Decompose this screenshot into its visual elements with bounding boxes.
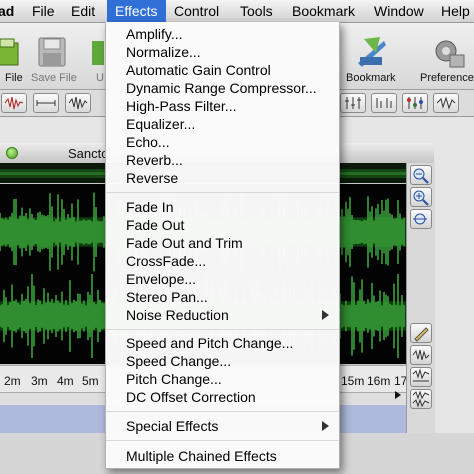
amplify-icon <box>68 96 88 110</box>
strip-button-5[interactable] <box>371 93 397 113</box>
pencil-tool-button[interactable] <box>410 323 432 343</box>
waveform-icon <box>4 96 24 110</box>
menu-item-normalize[interactable]: Normalize... <box>126 44 201 60</box>
menu-edit[interactable]: Edit <box>71 0 95 22</box>
document-title: Sancto <box>68 146 109 161</box>
menu-separator <box>106 440 339 441</box>
strip-button-6[interactable] <box>402 93 428 113</box>
pitch-icon <box>376 98 392 108</box>
strip-button-3[interactable] <box>65 93 91 113</box>
menu-item-envelope[interactable]: Envelope... <box>126 271 196 287</box>
menu-bookmark[interactable]: Bookmark <box>292 0 355 22</box>
menu-help[interactable]: Help <box>441 0 470 22</box>
menu-item-crossfade[interactable]: CrossFade... <box>126 253 206 269</box>
zoom-out-icon <box>413 168 429 184</box>
menu-app-name[interactable]: ad <box>0 0 14 22</box>
file-button-label: File <box>5 72 23 84</box>
menu-separator <box>106 411 339 412</box>
menu-separator <box>106 192 339 193</box>
menu-effects[interactable]: Effects <box>107 0 166 22</box>
speed-icon <box>436 96 456 110</box>
zoom-toolbar <box>395 163 435 433</box>
bookmark-icon <box>358 37 386 67</box>
waveform-compare-icon <box>412 390 430 408</box>
ruler-label: 4m <box>57 374 74 388</box>
menu-item-dynamic-range-compressor[interactable]: Dynamic Range Compressor... <box>126 80 317 96</box>
file-icon <box>0 38 19 66</box>
zoom-out-button[interactable] <box>410 165 432 185</box>
menu-item-multiple-chained-effects[interactable]: Multiple Chained Effects <box>126 448 277 464</box>
submenu-arrow-icon <box>322 421 329 431</box>
menu-window[interactable]: Window <box>374 0 424 22</box>
partial-toolbar-button[interactable]: U <box>90 23 104 89</box>
effects-menu: Amplify... Normalize... Automatic Gain C… <box>105 22 340 469</box>
menu-item-high-pass-filter[interactable]: High-Pass Filter... <box>126 98 236 114</box>
menu-item-reverse[interactable]: Reverse <box>126 170 178 186</box>
partial-toolbar-label: U <box>96 72 104 84</box>
waveform-tool-button-3[interactable] <box>410 389 432 409</box>
menu-item-automatic-gain-control[interactable]: Automatic Gain Control <box>126 62 271 78</box>
equalizer-icon <box>345 97 361 109</box>
waveform-zoom-icon <box>412 368 430 382</box>
preferences-button[interactable]: Preference <box>414 23 474 89</box>
ruler-label: 5m <box>82 374 99 388</box>
envelope-icon <box>36 100 56 106</box>
menu-item-fade-out[interactable]: Fade Out <box>126 217 184 233</box>
menu-control[interactable]: Control <box>174 0 219 22</box>
menu-item-amplify[interactable]: Amplify... <box>126 26 183 42</box>
ruler-label: 2m <box>4 374 21 388</box>
zoom-fit-icon <box>413 213 427 225</box>
waveform-small-icon <box>412 349 430 361</box>
menu-item-echo[interactable]: Echo... <box>126 134 170 150</box>
bookmark-label: Bookmark <box>346 72 396 84</box>
strip-button-4[interactable] <box>340 93 366 113</box>
menu-separator <box>106 329 339 330</box>
pencil-icon <box>414 327 429 342</box>
menu-item-reverb[interactable]: Reverb... <box>126 152 183 168</box>
menu-item-stereo-pan[interactable]: Stereo Pan... <box>126 289 208 305</box>
menu-item-fade-out-and-trim[interactable]: Fade Out and Trim <box>126 235 243 251</box>
preferences-label: Preference <box>420 72 474 84</box>
ruler-label: 3m <box>31 374 48 388</box>
menu-bar: ad File Edit Effects Control Tools Bookm… <box>0 0 474 23</box>
menu-item-speed-change[interactable]: Speed Change... <box>126 353 231 369</box>
menu-tools[interactable]: Tools <box>240 0 273 22</box>
menu-item-speed-and-pitch-change[interactable]: Speed and Pitch Change... <box>126 335 293 351</box>
menu-item-dc-offset-correction[interactable]: DC Offset Correction <box>126 389 256 405</box>
window-zoom-button[interactable] <box>6 147 18 159</box>
ruler-label: 15m <box>341 374 365 388</box>
strip-button-1[interactable] <box>1 93 27 113</box>
save-file-label: Save File <box>31 72 77 84</box>
menu-item-equalizer[interactable]: Equalizer... <box>126 116 195 132</box>
waveform-tool-button-1[interactable] <box>410 345 432 365</box>
strip-button-7[interactable] <box>433 93 459 113</box>
bookmark-button[interactable]: Bookmark <box>340 23 402 89</box>
green-tool-icon <box>92 41 104 65</box>
waveform-tool-button-2[interactable] <box>410 367 432 387</box>
preferences-icon <box>435 40 465 68</box>
menu-item-fade-in[interactable]: Fade In <box>126 199 173 215</box>
menu-item-noise-reduction[interactable]: Noise Reduction <box>126 307 229 323</box>
save-file-button[interactable]: Save File <box>28 23 78 89</box>
zoom-in-button[interactable] <box>410 187 432 207</box>
zoom-in-icon <box>413 190 429 206</box>
ruler-label: 16m <box>367 374 391 388</box>
floppy-disk-icon <box>38 37 66 67</box>
file-button[interactable]: File <box>0 23 26 89</box>
mixer-icon <box>407 97 423 109</box>
menu-item-special-effects[interactable]: Special Effects <box>126 418 218 434</box>
scroll-right-arrow[interactable] <box>395 391 401 399</box>
zoom-fit-button[interactable] <box>410 209 432 229</box>
menu-item-pitch-change[interactable]: Pitch Change... <box>126 371 222 387</box>
strip-button-2[interactable] <box>33 93 59 113</box>
menu-file[interactable]: File <box>32 0 55 22</box>
submenu-arrow-icon <box>322 310 329 320</box>
